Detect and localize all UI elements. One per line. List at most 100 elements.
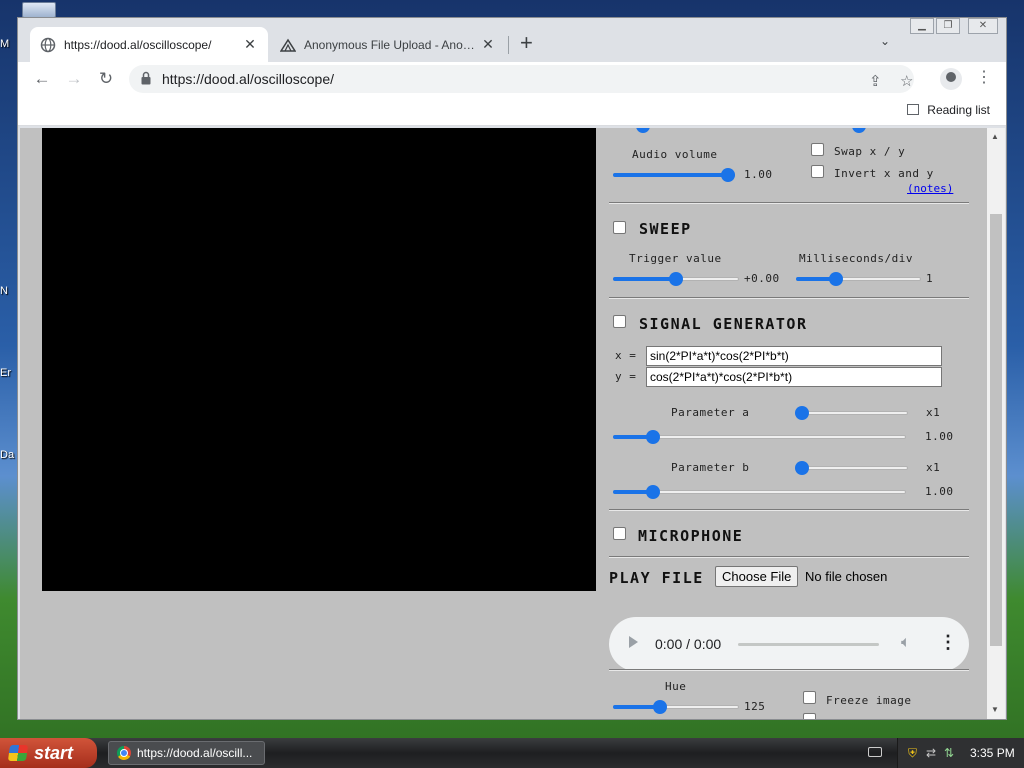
scroll-down-arrow-icon[interactable]: ▼ [991,705,999,714]
tab-oscilloscope[interactable]: https://dood.al/oscilloscope/ ✕ [30,27,268,62]
milliseconds-div-slider[interactable] [796,271,921,287]
invert-xy-label: Invert x and y [834,167,934,180]
desktop-icon-top[interactable] [22,2,56,18]
milliseconds-div-label: Milliseconds/div [799,252,913,265]
divider [609,509,969,511]
reading-list-label: Reading list [927,103,990,117]
divider [609,297,969,299]
trigger-value-value: +0.00 [744,272,780,285]
sweep-checkbox[interactable] [613,221,626,234]
desktop-icon-label[interactable]: Er [0,367,18,379]
more-options-icon[interactable]: ⋮ [939,632,957,653]
parameter-a-multiplier-slider[interactable] [795,405,908,421]
profile-avatar-icon[interactable] [940,68,962,90]
choose-file-button[interactable]: Choose File [715,566,799,587]
divider [609,669,969,671]
tab-title: Anonymous File Upload - AnonFiles [304,37,480,52]
y-expression-input[interactable] [646,367,942,387]
audio-time: 0:00 / 0:00 [655,636,722,652]
swap-xy-label: Swap x / y [834,145,906,158]
swap-xy-checkbox[interactable] [811,143,824,156]
lock-icon[interactable] [141,71,151,85]
taskbar: start https://dood.al/oscill... ⛨ ⇄ ⇅ 3:… [0,738,1024,768]
keyboard-icon[interactable] [868,747,882,757]
chrome-icon [117,746,131,760]
reading-list-icon [907,104,920,115]
play-icon[interactable] [629,636,638,648]
oscilloscope-page: Audio volume 1.00 Swap x / y Invert x an… [20,128,988,719]
tab-separator [508,36,509,54]
x-expression-input[interactable] [646,346,942,366]
parameter-b-multiplier-slider[interactable] [795,460,908,476]
partial-checkbox[interactable] [803,713,816,719]
security-shield-icon[interactable]: ⛨ [908,746,917,761]
tab-strip: https://dood.al/oscilloscope/ ✕ Anonymou… [18,18,1006,62]
hue-slider[interactable] [613,699,739,715]
invert-xy-checkbox[interactable] [811,165,824,178]
microphone-checkbox[interactable] [613,527,626,540]
scrollbar-thumb[interactable] [990,214,1002,646]
reading-list-button[interactable]: Reading list [907,103,990,117]
x-expression-label: x = [615,349,637,362]
hue-value: 125 [744,700,766,713]
audio-player: 0:00 / 0:00 🔈︎ ⋮ [609,617,969,671]
forward-arrow-icon[interactable]: → [63,68,85,90]
browser-menu-icon[interactable]: ⋮ [976,67,992,87]
parameter-a-value: 1.00 [925,430,954,443]
parameter-b-label: Parameter b [671,461,750,474]
network-icon[interactable]: ⇄ [926,746,936,760]
tab-search-chevron-icon[interactable]: ⌄ [880,34,890,48]
sweep-title: SWEEP [639,220,692,238]
parameter-a-slider[interactable] [613,429,906,445]
microphone-title: MICROPHONE [638,527,744,545]
globe-icon [40,37,56,52]
close-tab-icon[interactable]: ✕ [242,36,258,53]
tab-title: https://dood.al/oscilloscope/ [64,37,212,52]
page-scrollbar[interactable]: ▲ ▼ [987,128,1005,719]
parameter-b-value: 1.00 [925,485,954,498]
signal-generator-title: SIGNAL GENERATOR [639,315,808,333]
clock: 3:35 PM [970,746,1015,760]
new-tab-button[interactable]: + [520,32,533,54]
desktop-icon-label[interactable]: M [0,38,18,50]
system-tray: ⛨ ⇄ ⇅ 3:35 PM [897,738,1024,768]
notes-link[interactable]: (notes) [907,182,953,195]
close-tab-icon[interactable]: ✕ [480,36,496,53]
restore-icon[interactable]: ❐ [936,18,960,34]
oscilloscope-screen [42,128,596,591]
browser-toolbar: ← → ↻ https://dood.al/oscilloscope/ ⇪ ☆ … [18,62,1006,96]
partial-slider-left[interactable] [636,128,650,134]
share-icon[interactable]: ⇪ [869,72,882,90]
parameter-b-slider[interactable] [613,484,906,500]
parameter-a-multiplier: x1 [926,406,941,419]
desktop-icon-label[interactable]: N [0,285,18,297]
freeze-image-checkbox[interactable] [803,691,816,704]
volume-icon[interactable]: 🔈︎ [901,634,911,652]
connection-icon[interactable]: ⇅ [944,746,954,760]
desktop-icon-label[interactable]: Da [0,449,18,461]
url-text[interactable]: https://dood.al/oscilloscope/ [162,71,334,87]
tab-anonfiles[interactable]: Anonymous File Upload - AnonFiles ✕ [270,27,506,62]
bookmark-star-icon[interactable]: ☆ [900,72,913,90]
trigger-value-slider[interactable] [613,271,739,287]
no-file-chosen-text: No file chosen [805,569,888,584]
minimize-icon[interactable]: ▁ [910,18,934,34]
reload-icon[interactable]: ↻ [95,68,117,90]
start-button[interactable]: start [0,738,97,768]
partial-slider-right[interactable] [852,128,866,134]
audio-progress-bar[interactable] [738,643,879,646]
audio-volume-label: Audio volume [632,148,718,161]
audio-volume-slider[interactable] [613,167,735,183]
freeze-image-label: Freeze image [826,694,912,707]
address-bar[interactable]: https://dood.al/oscilloscope/ ⇪ ☆ [129,65,914,93]
parameter-a-label: Parameter a [671,406,750,419]
back-arrow-icon[interactable]: ← [31,68,53,90]
start-label: start [34,743,74,763]
play-file-title: PLAY FILE [609,569,704,587]
scroll-up-arrow-icon[interactable]: ▲ [991,132,999,141]
signal-generator-checkbox[interactable] [613,315,626,328]
close-window-icon[interactable]: ✕ [968,18,998,34]
divider [609,202,969,204]
taskbar-item-label: https://dood.al/oscill... [137,746,253,760]
taskbar-item-browser[interactable]: https://dood.al/oscill... [108,741,265,765]
